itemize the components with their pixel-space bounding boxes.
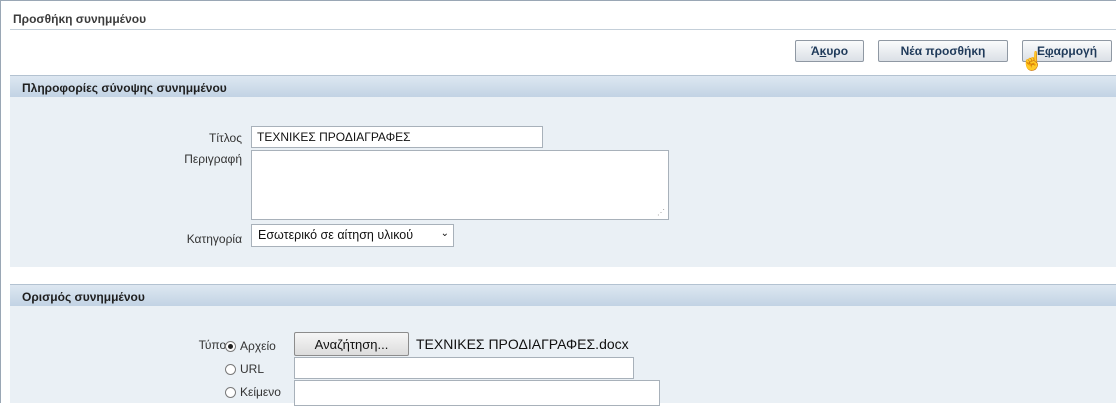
- chevron-down-icon: ⌄: [440, 228, 449, 239]
- category-value: Εσωτερικό σε αίτηση υλικού: [258, 228, 414, 242]
- apply-label-key: φ: [1044, 44, 1054, 58]
- category-select[interactable]: Εσωτερικό σε αίτηση υλικού ⌄: [251, 224, 454, 247]
- cancel-label-access: Ά: [810, 44, 820, 58]
- page-title: Προσθήκη συνημμένου: [13, 12, 147, 26]
- radio-file[interactable]: [225, 340, 236, 352]
- type-label: Τύπος: [198, 338, 232, 352]
- selected-file-name: ΤΕΧΝΙΚΕΣ ΠΡΟΔΙΑΓΡΑΦΕΣ.docx: [416, 336, 629, 352]
- cancel-label-rest: υρο: [826, 44, 849, 58]
- title-label: Τίτλος: [208, 131, 242, 145]
- summary-section-header: Πληροφορίες σύνοψης συνημμένου: [10, 75, 1116, 97]
- add-another-button[interactable]: Νέα προσθήκη: [878, 40, 1008, 62]
- radio-text[interactable]: [225, 386, 236, 398]
- url-input[interactable]: [294, 357, 634, 379]
- title-input[interactable]: ΤΕΧΝΙΚΕΣ ΠΡΟΔΙΑΓΡΑΦΕΣ: [251, 126, 543, 148]
- add-another-label: Νέα προσθήκη: [900, 44, 986, 58]
- type-option-file[interactable]: Αρχείο: [225, 339, 276, 353]
- description-textarea[interactable]: ⋰: [251, 150, 669, 220]
- cancel-label-key: κ: [819, 44, 827, 58]
- type-option-url[interactable]: URL: [225, 362, 264, 376]
- type-option-text-label: Κείμενο: [240, 385, 281, 399]
- resize-grip-icon[interactable]: ⋰: [657, 208, 665, 217]
- definition-section-header: Ορισμός συνημμένου: [10, 284, 1116, 306]
- description-label: Περιγραφή: [184, 152, 242, 166]
- radio-url[interactable]: [225, 363, 236, 375]
- browse-button[interactable]: Αναζήτηση...: [294, 332, 409, 356]
- cancel-button[interactable]: Άκ υρο: [795, 40, 864, 62]
- type-option-url-label: URL: [240, 362, 265, 376]
- hand-cursor-icon: ☝: [1021, 51, 1044, 71]
- title-divider: [10, 29, 1116, 30]
- apply-label-rest: αρμογή: [1053, 44, 1098, 58]
- text-content-textarea[interactable]: [294, 380, 660, 406]
- type-option-file-label: Αρχείο: [240, 339, 276, 353]
- type-option-text[interactable]: Κείμενο: [225, 385, 281, 399]
- category-label: Κατηγορία: [186, 232, 242, 246]
